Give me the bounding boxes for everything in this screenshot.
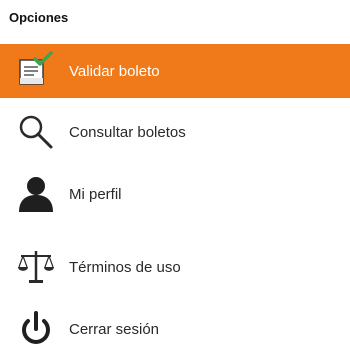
user-icon — [13, 171, 59, 217]
menu-item-consultar-boletos[interactable]: Consultar boletos — [0, 105, 350, 159]
menu-item-label: Consultar boletos — [69, 123, 186, 141]
menu-item-label: Cerrar sesión — [69, 320, 160, 338]
menu-item-cerrar-sesion[interactable]: Cerrar sesión — [0, 302, 350, 350]
ticket-check-icon — [13, 48, 59, 94]
menu-title: Opciones — [9, 10, 69, 25]
menu-item-label: Términos de uso — [69, 258, 181, 276]
menu-item-label: Validar boleto — [69, 62, 160, 80]
menu-item-validar-boleto[interactable]: Validar boleto — [0, 44, 350, 98]
search-icon — [13, 109, 59, 155]
scales-icon — [13, 244, 59, 290]
options-menu: Opciones Validar boleto Consultar boleto… — [0, 0, 350, 350]
menu-item-terminos-de-uso[interactable]: Términos de uso — [0, 240, 350, 294]
menu-item-mi-perfil[interactable]: Mi perfil — [0, 167, 350, 221]
menu-item-label: Mi perfil — [69, 185, 122, 203]
power-icon — [13, 306, 59, 350]
